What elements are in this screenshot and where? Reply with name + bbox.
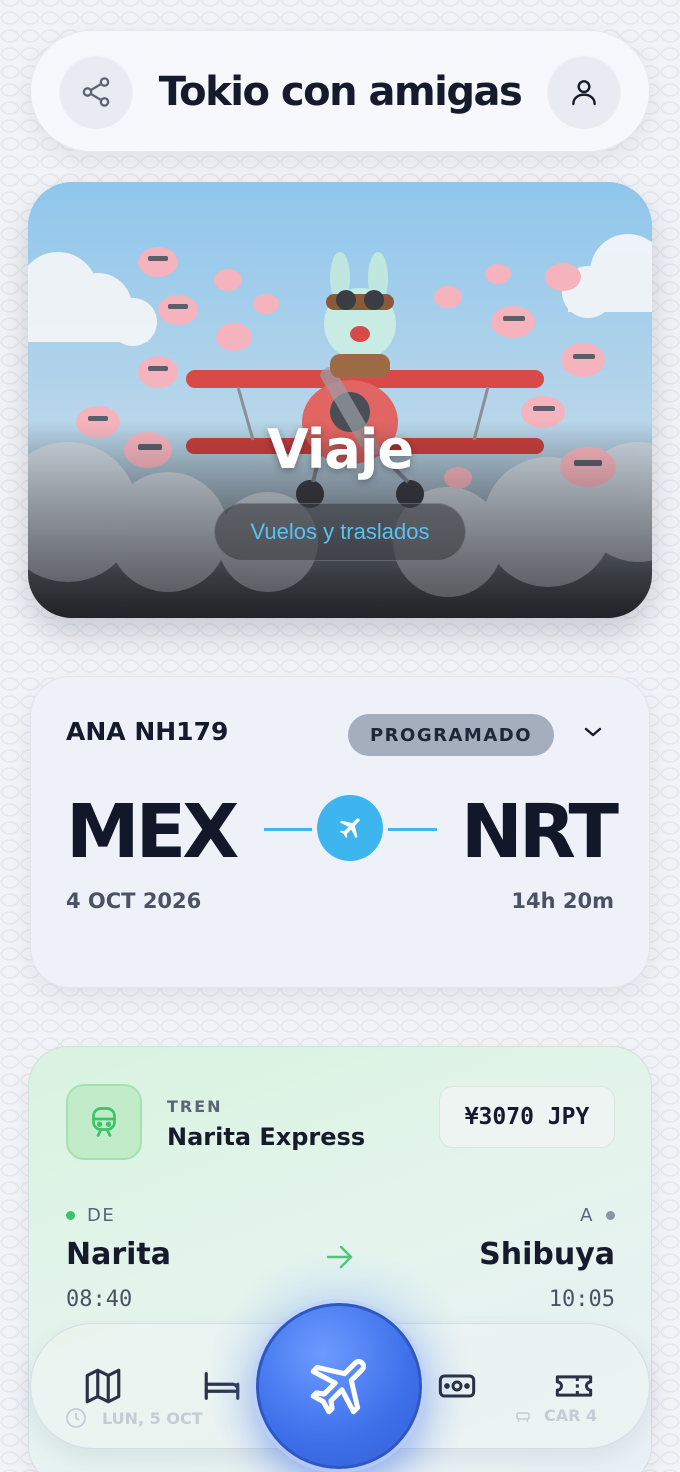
flight-card[interactable]: ANA NH179 PROGRAMADO MEX NRT 4 OCT 2026 … [30, 676, 650, 988]
share-button[interactable] [59, 55, 133, 129]
train-name: Narita Express [167, 1123, 366, 1151]
money-icon [438, 1374, 476, 1398]
transport-type: TREN [167, 1097, 223, 1116]
nav-money[interactable] [431, 1362, 483, 1410]
flight-date: 4 OCT 2026 [66, 889, 202, 913]
page-title: Tokio con amigas [158, 69, 523, 115]
user-icon [572, 80, 596, 106]
nav-flights-button[interactable] [256, 1303, 422, 1469]
hero-title: Viaje [267, 418, 414, 481]
map-icon [85, 1368, 121, 1404]
plane-icon [339, 818, 360, 839]
to-dot [606, 1211, 615, 1220]
to-label: A [580, 1205, 615, 1226]
app-header: Tokio con amigas [30, 30, 650, 152]
from-city: Narita [66, 1237, 172, 1272]
share-icon [82, 77, 110, 107]
arrive-time: 10:05 [548, 1287, 615, 1312]
nav-map[interactable] [77, 1362, 129, 1410]
flight-number: ANA NH179 [66, 717, 229, 746]
flight-duration: 14h 20m [511, 889, 614, 913]
chevron-down-icon[interactable] [583, 725, 603, 739]
from-label-text: DE [87, 1205, 116, 1226]
to-city: Shibuya [479, 1237, 615, 1272]
to-label-text: A [580, 1205, 594, 1226]
train-date-text: LUN, 5 OCT [102, 1408, 203, 1428]
ticket-icon [555, 1375, 593, 1397]
status-badge: PROGRAMADO [348, 714, 554, 756]
train-price: ¥3070 JPY [439, 1086, 615, 1148]
train-icon [92, 1107, 116, 1137]
flight-route-badge [317, 795, 383, 861]
from-label: DE [66, 1205, 115, 1226]
from-dot [66, 1211, 75, 1220]
destination-code: NRT [460, 789, 619, 875]
train-icon-box [66, 1084, 142, 1160]
origin-code: MEX [66, 789, 239, 875]
plane-icon [310, 1358, 367, 1415]
profile-button[interactable] [547, 55, 621, 129]
seat-icon [516, 1411, 530, 1422]
hero-subtitle-pill[interactable]: Vuelos y traslados [214, 503, 466, 561]
depart-time: 08:40 [66, 1287, 133, 1312]
hero-card[interactable]: Viaje Vuelos y traslados [28, 182, 652, 618]
nav-tickets[interactable] [548, 1362, 600, 1410]
